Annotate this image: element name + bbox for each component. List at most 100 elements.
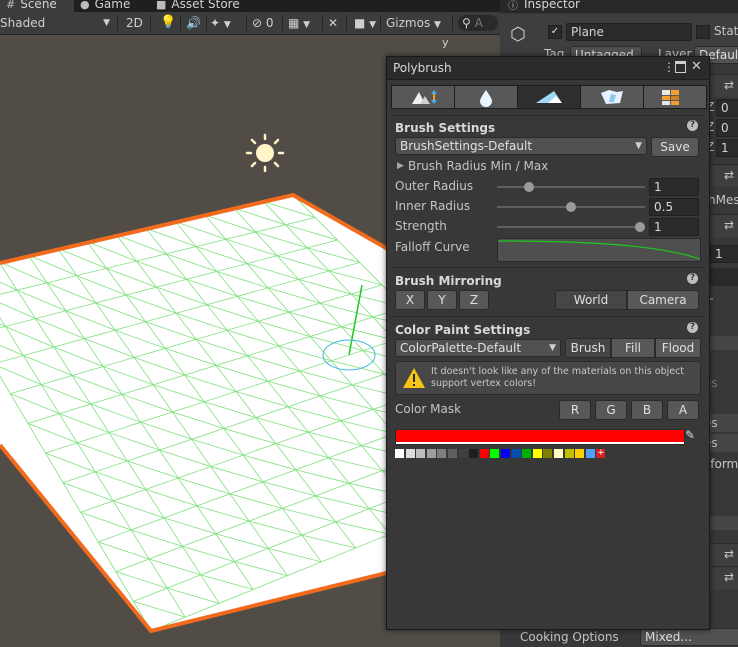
- outer-radius-field[interactable]: 1: [649, 178, 699, 196]
- rotation-z-field[interactable]: 0: [716, 119, 738, 137]
- gizmos-dropdown[interactable]: Gizmos ▼: [386, 14, 448, 32]
- toggle-2d-button[interactable]: 2D: [126, 14, 143, 32]
- mirror-camera-button[interactable]: Camera: [627, 290, 699, 310]
- hidden-objects-toggle[interactable]: ⊘ 0: [252, 14, 274, 32]
- color-palette-dropdown[interactable]: ColorPalette-Default ▼: [395, 339, 561, 357]
- component-menu-icon[interactable]: ⇄: [724, 570, 734, 584]
- palette-swatch[interactable]: [405, 449, 415, 458]
- paint-flood-button[interactable]: Flood: [655, 338, 701, 358]
- scene-search-field[interactable]: ⚲ A: [458, 15, 498, 31]
- outer-radius-slider-thumb[interactable]: [524, 182, 534, 192]
- palette-swatch[interactable]: [585, 449, 595, 458]
- component-menu-icon[interactable]: ⇄: [724, 218, 734, 232]
- close-icon[interactable]: ✕: [691, 59, 702, 74]
- mode-color-paint-button[interactable]: [518, 86, 581, 108]
- palette-swatch[interactable]: [448, 449, 457, 458]
- mode-scatter-button[interactable]: [581, 86, 644, 108]
- materials-size-field[interactable]: 1: [710, 245, 738, 263]
- palette-swatch[interactable]: [437, 449, 447, 458]
- component-menu-icon[interactable]: ⇄: [724, 78, 734, 92]
- mode-smooth-button[interactable]: [455, 86, 518, 108]
- outer-radius-slider[interactable]: [497, 186, 645, 188]
- mode-texture-button[interactable]: [644, 86, 706, 108]
- add-swatch-icon[interactable]: +: [596, 449, 606, 458]
- palette-swatch[interactable]: [469, 449, 479, 458]
- palette-swatch[interactable]: [490, 449, 500, 458]
- palette-swatch[interactable]: [532, 449, 542, 458]
- position-z-field[interactable]: 0: [716, 99, 738, 117]
- brush-radius-foldout[interactable]: Brush Radius Min / Max: [408, 159, 548, 173]
- help-icon[interactable]: ?: [687, 120, 698, 131]
- object-name-field[interactable]: Plane: [566, 23, 692, 41]
- palette-swatch[interactable]: [416, 449, 426, 458]
- eyedropper-icon[interactable]: ✎: [685, 428, 695, 442]
- tab-asset-store[interactable]: ■ Asset Store: [156, 0, 240, 12]
- falloff-curve-graph: [497, 240, 701, 260]
- palette-swatch[interactable]: [501, 449, 510, 458]
- palette-swatch[interactable]: [575, 449, 585, 458]
- tools-icon[interactable]: ✕: [328, 14, 338, 32]
- cooking-options-dropdown[interactable]: Mixed...: [640, 628, 738, 646]
- search-icon: ⚲: [462, 16, 471, 30]
- scale-z-field[interactable]: 1: [716, 139, 738, 157]
- static-label: Stat: [714, 24, 738, 38]
- palette-swatch[interactable]: [458, 449, 468, 458]
- color-mask-a-button[interactable]: A: [667, 400, 699, 420]
- component-menu-icon[interactable]: ⇄: [724, 547, 734, 561]
- foldout-row[interactable]: [708, 516, 738, 530]
- gizmo-axis-label: y: [442, 36, 449, 49]
- palette-swatch[interactable]: [426, 449, 436, 458]
- palette-swatch[interactable]: [395, 449, 404, 458]
- camera-settings-icon[interactable]: ■ ▼: [354, 14, 376, 32]
- shading-mode-dropdown[interactable]: Shaded ▼: [0, 14, 112, 32]
- help-icon[interactable]: ?: [687, 322, 698, 333]
- strength-slider-thumb[interactable]: [635, 222, 645, 232]
- toolbar-divider: [180, 15, 181, 31]
- current-color-field[interactable]: [395, 429, 685, 445]
- mirror-x-button[interactable]: X: [395, 290, 425, 310]
- tab-game[interactable]: ● Game: [80, 0, 130, 12]
- palette-swatch[interactable]: [543, 449, 553, 458]
- mirror-world-button[interactable]: World: [555, 290, 627, 310]
- mirror-z-button[interactable]: Z: [459, 290, 489, 310]
- material-slot[interactable]: [708, 268, 738, 286]
- mirror-y-button[interactable]: Y: [427, 290, 457, 310]
- strength-slider[interactable]: [497, 226, 645, 228]
- falloff-curve-field[interactable]: [497, 238, 701, 262]
- color-mask-b-button[interactable]: B: [631, 400, 663, 420]
- static-checkbox[interactable]: [696, 25, 710, 39]
- palette-swatch[interactable]: [479, 449, 489, 458]
- help-icon[interactable]: ?: [687, 273, 698, 284]
- lighting-foldout[interactable]: [708, 336, 738, 350]
- component-menu-icon[interactable]: ⇄: [724, 168, 734, 182]
- inspector-tab[interactable]: ⓘ Inspector: [500, 0, 738, 13]
- store-icon: ■: [156, 0, 167, 11]
- color-mask-g-button[interactable]: G: [595, 400, 627, 420]
- effects-toggle-icon[interactable]: ✦ ▼: [210, 14, 231, 32]
- directional-light-icon[interactable]: [245, 133, 285, 173]
- lighting-toggle-icon[interactable]: 💡: [160, 14, 176, 32]
- polybrush-titlebar[interactable]: Polybrush ⋮ ✕: [387, 57, 709, 80]
- save-preset-button[interactable]: Save: [651, 137, 699, 157]
- grid-toggle-icon[interactable]: ▦ ▼: [288, 14, 310, 32]
- palette-swatch[interactable]: [554, 449, 563, 458]
- palette-swatch[interactable]: [511, 449, 521, 458]
- active-checkbox[interactable]: ✓: [548, 25, 562, 39]
- color-mask-r-button[interactable]: R: [559, 400, 591, 420]
- maximize-icon[interactable]: [675, 61, 686, 73]
- inner-radius-field[interactable]: 0.5: [649, 198, 699, 216]
- chevron-down-icon: ▼: [434, 20, 441, 30]
- tab-scene[interactable]: # Scene: [0, 0, 74, 12]
- brush-preset-dropdown[interactable]: BrushSettings-Default ▼: [395, 137, 647, 155]
- palette-swatch[interactable]: [564, 449, 574, 458]
- strength-field[interactable]: 1: [649, 218, 699, 236]
- more-options-icon[interactable]: ⋮: [663, 60, 675, 74]
- palette-swatch[interactable]: [522, 449, 532, 458]
- inner-radius-slider-thumb[interactable]: [566, 202, 576, 212]
- audio-toggle-icon[interactable]: 🔊: [186, 14, 201, 32]
- foldout-arrow-icon[interactable]: ▶: [397, 161, 404, 171]
- warning-icon: [403, 368, 425, 388]
- paint-fill-button[interactable]: Fill: [611, 338, 655, 358]
- paint-brush-button[interactable]: Brush: [565, 338, 611, 358]
- mode-sculpt-button[interactable]: [392, 86, 455, 108]
